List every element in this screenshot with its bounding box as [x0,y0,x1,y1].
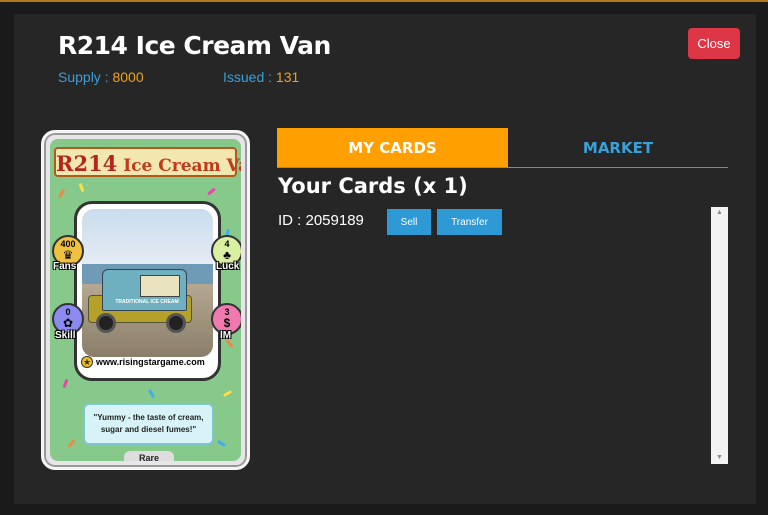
card-title: R214 Ice Cream Van [58,31,331,60]
im-label: IM [220,330,232,341]
card-number: R214 [56,151,118,176]
card-quote: "Yummy - the taste of cream, sugar and d… [83,403,214,445]
supply-label: Supply : [58,69,109,85]
close-button[interactable]: Close [688,28,740,59]
card-face: R214 Ice Cream Van TRADITIONAL ICE CREAM… [50,139,241,461]
top-accent-line [0,0,768,2]
star-icon: ★ [81,356,93,368]
card-photo-frame: TRADITIONAL ICE CREAM ★ www.risingstarga… [74,201,221,381]
tab-divider [277,167,728,168]
transfer-button[interactable]: Transfer [437,209,502,235]
card-image: R214 Ice Cream Van TRADITIONAL ICE CREAM… [41,130,250,470]
card-id: ID : 2059189 [278,212,364,229]
luck-label: Luck [216,261,240,272]
skill-icon: ✿ [62,316,74,330]
issued-value: 131 [275,69,300,85]
cards-list-scrollbar[interactable]: ▲ ▼ [711,207,728,464]
website-url: ★ www.risingstargame.com [81,356,205,368]
card-title-banner: R214 Ice Cream Van [54,147,241,177]
supply-info: Supply : 8000 [58,69,144,85]
supply-value: 8000 [112,69,144,85]
scroll-down-arrow-icon[interactable]: ▼ [711,452,728,464]
fans-label: Fans [53,261,77,272]
issued-label: Issued : [223,69,273,85]
scroll-up-arrow-icon[interactable]: ▲ [711,207,728,219]
tab-my-cards[interactable]: MY CARDS [277,128,508,167]
skill-label: Skill [55,330,76,341]
your-cards-heading: Your Cards (x 1) [278,174,468,198]
dollar-icon: $ [223,316,231,330]
sell-button[interactable]: Sell [387,209,431,235]
van-sign: TRADITIONAL ICE CREAM [115,299,179,305]
rarity-badge: Rare [124,451,174,461]
card-name: Ice Cream Van [123,156,241,176]
ice-cream-van-photo: TRADITIONAL ICE CREAM [82,209,213,357]
clover-icon: ♣ [223,248,231,262]
tab-market[interactable]: MARKET [508,128,728,167]
issued-info: Issued : 131 [223,69,299,85]
